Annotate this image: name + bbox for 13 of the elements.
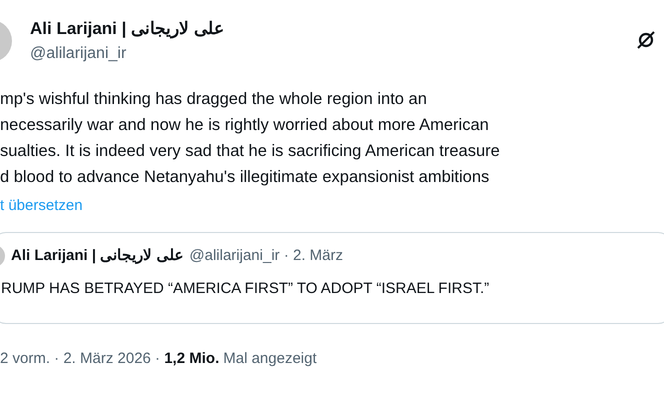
slashed-circle-icon[interactable]	[636, 30, 656, 50]
post-text-line: sualties. It is indeed very sad that he is sacrificing American treasure	[0, 141, 501, 162]
post-text-line: d blood to advance Netanyahu's illegitimate expansionist ambitions	[0, 167, 490, 188]
post-text-line: necessarily war and now he is rightly worried about more American	[0, 115, 490, 136]
view-count: 1,2 Mio.	[164, 349, 220, 369]
views-label: Mal angezeigt	[223, 349, 317, 369]
author-handle[interactable]: @alilarijani_ir	[30, 42, 224, 66]
author-name[interactable]: Ali Larijani | علی لاریجانی	[30, 16, 224, 42]
quoted-post-text: RUMP HAS BETRAYED “AMERICA FIRST” TO ADOPT “ISRAEL FIRST.”	[1, 278, 490, 298]
quoted-author-name: Ali Larijani | علی لاریجانی	[11, 246, 184, 266]
post-text-line: mp's wishful thinking has dragged the whole region into an	[0, 89, 428, 110]
quoted-handle-date: @alilarijani_ir · 2. März	[189, 246, 343, 266]
post-timestamp[interactable]: 2 vorm. · 2. März 2026 ·	[0, 348, 164, 370]
